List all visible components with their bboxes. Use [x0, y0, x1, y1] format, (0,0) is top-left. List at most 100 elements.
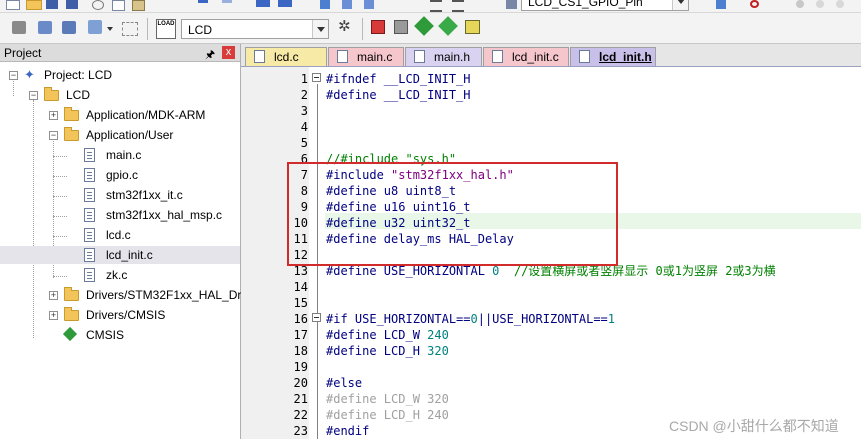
tree-file-label: zk.c — [106, 268, 128, 282]
collapse-icon[interactable]: − — [29, 91, 38, 100]
tab-main-h[interactable]: main.h — [405, 47, 482, 66]
tree-file-label: lcd.c — [106, 228, 131, 242]
save-icon[interactable] — [46, 0, 58, 9]
breakpoint-icon[interactable] — [796, 0, 804, 8]
nav-back-icon[interactable] — [256, 0, 270, 7]
tree-file-stm32f1xx-hal-msp-c[interactable]: stm32f1xx_hal_msp.c — [0, 206, 240, 224]
editor-tabs: lcd.c main.c main.h lcd_init.c lcd_init.… — [241, 44, 861, 67]
indent-icon[interactable] — [430, 0, 442, 12]
tree-file-stm32f1xx-it-c[interactable]: stm32f1xx_it.c — [0, 186, 240, 204]
copy-icon[interactable] — [112, 0, 125, 11]
watermark: CSDN @小甜什么都不知道 — [669, 418, 839, 434]
tree-group-drivers-cmsis-label: Drivers/CMSIS — [86, 308, 166, 322]
bookmark-prev-icon[interactable] — [342, 0, 352, 9]
tab-lcd-c[interactable]: lcd.c — [245, 47, 327, 66]
save-all-icon[interactable] — [66, 0, 78, 9]
chevron-down-icon[interactable] — [672, 0, 688, 10]
pin-icon[interactable]: 🖈 — [205, 46, 215, 65]
target-options-icon[interactable]: ✲ — [338, 19, 354, 35]
tree-file-lcd-init-c[interactable]: lcd_init.c — [0, 246, 240, 264]
search-icon[interactable] — [750, 0, 759, 8]
close-icon[interactable]: x — [222, 46, 235, 59]
file-icon — [84, 208, 95, 222]
find-in-files-icon[interactable] — [506, 0, 517, 9]
line-number: 4 — [300, 120, 308, 134]
line-number: 21 — [293, 392, 308, 406]
tab-lcd-init-c[interactable]: lcd_init.c — [483, 47, 569, 66]
chevron-down-icon[interactable] — [312, 20, 328, 38]
tree-target-lcd[interactable]: − LCD — [0, 86, 240, 104]
tree-project-root-label: Project: LCD — [44, 68, 113, 82]
tree-file-gpio-c[interactable]: gpio.c — [0, 166, 240, 184]
file-icon — [84, 248, 95, 262]
fold-toggle-icon[interactable] — [312, 73, 321, 82]
breakpoint-clear-icon[interactable] — [836, 0, 844, 8]
line-number: 20 — [293, 376, 308, 390]
nav-forward-icon[interactable] — [278, 0, 292, 7]
cut-icon[interactable] — [92, 0, 104, 10]
tab-lcd-init-h[interactable]: lcd_init.h — [570, 47, 656, 66]
expand-icon[interactable]: + — [49, 291, 58, 300]
tree-file-label: main.c — [106, 148, 142, 162]
config-combo[interactable]: LCD_CS1_GPIO_Pin — [521, 0, 689, 11]
expand-icon[interactable]: + — [49, 311, 58, 320]
build-icon[interactable] — [38, 21, 52, 34]
file-icon — [84, 148, 95, 162]
folder-icon — [64, 127, 79, 141]
download-icon[interactable]: LOAD — [156, 19, 176, 39]
breakpoint-disable-icon[interactable] — [816, 0, 824, 8]
run-time-env-icon[interactable] — [414, 16, 434, 36]
main-toolbar: LCD_CS1_GPIO_Pin — [0, 0, 861, 13]
target-combo[interactable]: LCD — [181, 19, 329, 39]
fold-toggle-icon[interactable] — [312, 313, 321, 322]
unindent-icon[interactable] — [452, 0, 464, 12]
tree-file-zk-c[interactable]: zk.c — [0, 266, 240, 284]
folder-icon — [64, 307, 79, 321]
new-file-icon[interactable] — [6, 0, 20, 10]
tree-group-drivers-hal-label: Drivers/STM32F1xx_HAL_Driv — [86, 288, 251, 302]
tree-group-user[interactable]: − Application/User — [0, 126, 240, 144]
file-icon — [84, 228, 95, 242]
tree-project-root[interactable]: − ✦ Project: LCD — [0, 66, 240, 84]
tree-group-cmsis-label: CMSIS — [86, 328, 125, 342]
tree-group-user-label: Application/User — [86, 128, 174, 142]
code-token: #define LCD_W — [326, 328, 428, 342]
file-icon — [254, 50, 265, 63]
translate-icon[interactable] — [12, 21, 26, 34]
code-token: #if USE_HORIZONTAL== — [326, 312, 471, 326]
manage-components-icon[interactable] — [371, 20, 385, 34]
tree-group-drivers-cmsis[interactable]: + Drivers/CMSIS — [0, 306, 240, 324]
line-number: 5 — [300, 136, 308, 150]
tab-main-c[interactable]: main.c — [328, 47, 404, 66]
tree-file-main-c[interactable]: main.c — [0, 146, 240, 164]
bookmark-icon[interactable] — [320, 0, 330, 9]
bookmark-next-icon[interactable] — [364, 0, 374, 9]
undo-icon[interactable] — [198, 0, 208, 11]
paste-icon[interactable] — [132, 0, 145, 11]
chevron-down-icon[interactable] — [107, 27, 113, 31]
line-number: 1 — [300, 72, 308, 86]
target-combo-value: LCD — [188, 23, 213, 37]
file-extensions-icon[interactable] — [394, 20, 408, 34]
tree-file-lcd-c[interactable]: lcd.c — [0, 226, 240, 244]
rebuild-icon[interactable] — [62, 21, 76, 34]
import-icon[interactable] — [716, 0, 726, 9]
code-token: #define USE_HORIZONTAL — [326, 264, 493, 278]
collapse-icon[interactable]: − — [9, 71, 18, 80]
tree-group-mdk-arm[interactable]: + Application/MDK-ARM — [0, 106, 240, 124]
tree-group-cmsis[interactable]: CMSIS — [0, 326, 240, 344]
stop-build-icon[interactable] — [122, 22, 138, 36]
code-token: #define LCD_W 320 — [326, 392, 449, 406]
redo-icon[interactable] — [222, 0, 232, 11]
open-folder-icon[interactable] — [26, 0, 42, 10]
batch-build-icon[interactable] — [88, 20, 102, 34]
tab-label: main.h — [434, 50, 471, 64]
pack-installer-icon[interactable] — [438, 16, 458, 36]
collapse-icon[interactable]: − — [49, 131, 58, 140]
select-packs-icon[interactable] — [465, 20, 480, 34]
folder-icon — [64, 107, 79, 121]
expand-icon[interactable]: + — [49, 111, 58, 120]
code-token: #define LCD_H 240 — [326, 408, 449, 422]
tree-group-drivers-hal[interactable]: + Drivers/STM32F1xx_HAL_Driv — [0, 286, 250, 304]
code-token: #endif — [326, 424, 370, 438]
